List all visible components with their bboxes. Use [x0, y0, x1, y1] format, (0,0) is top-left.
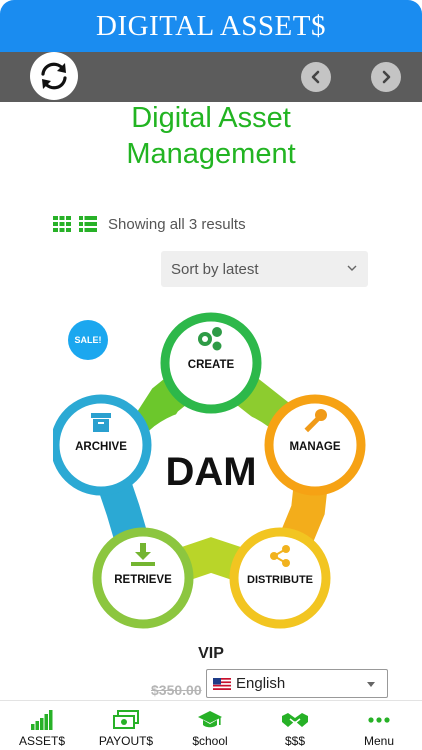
image-text-retrieve: RETRIEVE: [114, 574, 172, 586]
us-flag-icon: [213, 677, 231, 690]
chevron-left-icon: [311, 70, 320, 84]
image-text-manage: MANAGE: [289, 441, 340, 453]
money-icon: [113, 710, 139, 729]
tab-label: $$$: [284, 734, 306, 748]
page-title-line-1: Digital Asset: [131, 102, 291, 134]
image-text-create: CREATE: [188, 359, 235, 371]
product-name[interactable]: VIP: [0, 645, 422, 663]
image-text-archive: ARCHIVE: [75, 441, 127, 453]
tab-label: $chool: [192, 734, 228, 748]
app-screen: DIGITAL ASSET$ Digital Asset Management: [0, 0, 422, 750]
bar-chart-icon: [31, 710, 53, 730]
tab-label: PAYOUT$: [98, 734, 154, 748]
tab-label: ASSET$: [18, 734, 66, 748]
sale-badge: SALE!: [68, 320, 108, 360]
tab-label: Menu: [363, 734, 395, 748]
refresh-button[interactable]: [30, 52, 78, 100]
sort-dropdown[interactable]: Sort by latest: [161, 251, 368, 287]
language-selected: English: [236, 675, 286, 692]
tab-school[interactable]: $chool: [168, 701, 252, 750]
sort-selected-value: Sort by latest: [171, 260, 259, 278]
more-dots-icon: [368, 717, 390, 723]
old-price: $350.00: [151, 682, 202, 698]
results-count: Showing all 3 results: [108, 215, 246, 233]
results-bar: Showing all 3 results: [53, 213, 246, 235]
archive-box-icon: [91, 413, 111, 432]
language-selector[interactable]: English: [206, 669, 388, 698]
chevron-right-icon: [382, 70, 391, 84]
graduation-cap-icon: [198, 711, 222, 728]
forward-button[interactable]: [371, 62, 401, 92]
page-title-line-2: Management: [126, 138, 296, 170]
tab-money[interactable]: $$$: [253, 701, 337, 750]
app-title: DIGITAL ASSET$: [96, 9, 326, 42]
refresh-icon: [41, 62, 67, 90]
page-title: Digital Asset Management: [0, 100, 422, 172]
app-header: DIGITAL ASSET$: [0, 0, 422, 52]
bottom-tab-bar: ASSET$ PAYOUT$ $chool $$$ Menu: [0, 700, 422, 750]
list-view-icon[interactable]: [79, 216, 97, 232]
tab-assets[interactable]: ASSET$: [0, 701, 84, 750]
image-text-distribute: DISTRIBUTE: [247, 574, 313, 586]
image-text-dam: DAM: [165, 450, 256, 494]
back-button[interactable]: [301, 62, 331, 92]
caret-down-icon: [367, 682, 375, 687]
tab-payouts[interactable]: PAYOUT$: [84, 701, 168, 750]
tab-menu[interactable]: Menu: [337, 701, 421, 750]
handshake-icon: [282, 713, 308, 727]
grid-view-icon[interactable]: [53, 216, 71, 232]
chevron-down-icon: [347, 265, 357, 271]
